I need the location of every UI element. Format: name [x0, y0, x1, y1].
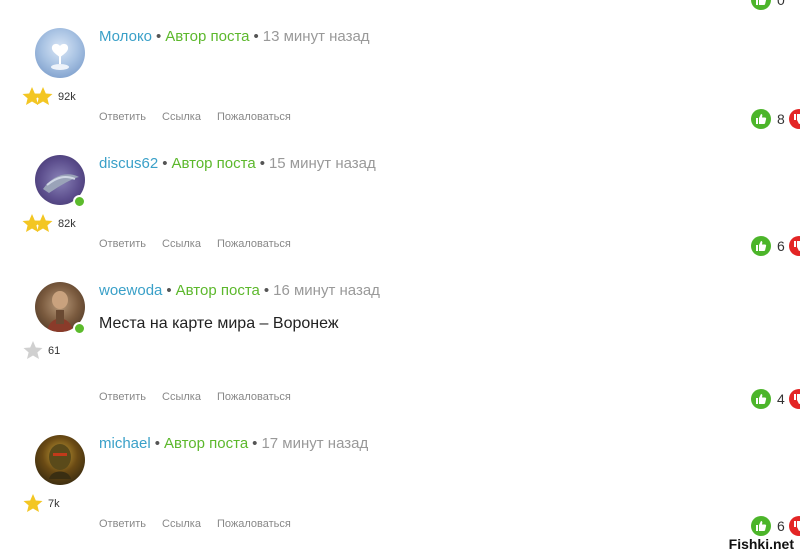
rank-count: 92k [58, 91, 76, 103]
vote-controls: 6 [751, 516, 800, 536]
timestamp[interactable]: 17 минут назад [261, 435, 368, 452]
report-link[interactable]: Пожаловаться [217, 518, 291, 530]
rank-count: 61 [48, 345, 61, 357]
op-badge: Автор поста [165, 28, 250, 45]
vote-controls: 8 [751, 109, 800, 129]
user-rank: 61 [22, 340, 60, 362]
comment-meta: woewoda • Автор поста • 16 минут назад [99, 282, 380, 299]
thumbs-up-icon[interactable] [751, 236, 771, 256]
comment-actions: Ответить Ссылка Пожаловаться [99, 391, 307, 403]
vote-count: 0 [777, 0, 785, 8]
avatar[interactable] [35, 435, 85, 485]
rank-count: 82k [58, 218, 76, 230]
user-rank: 82k [22, 213, 76, 235]
vote-count: 4 [777, 391, 785, 407]
thumbs-down-icon[interactable] [788, 109, 800, 129]
author-link[interactable]: discus62 [99, 155, 158, 172]
comment-meta: discus62 • Автор поста • 15 минут назад [99, 155, 376, 172]
online-indicator [73, 322, 86, 335]
report-link[interactable]: Пожаловаться [217, 238, 291, 250]
comment-actions: Ответить Ссылка Пожаловаться [99, 111, 307, 123]
thumbs-up-icon[interactable] [751, 389, 771, 409]
vote-count: 6 [777, 518, 785, 534]
star-icon [23, 494, 43, 512]
timestamp[interactable]: 16 минут назад [273, 282, 380, 299]
author-link[interactable]: michael [99, 435, 151, 452]
permalink-link[interactable]: Ссылка [162, 518, 201, 530]
timestamp[interactable]: 15 минут назад [269, 155, 376, 172]
thumbs-down-icon[interactable] [788, 236, 800, 256]
avatar[interactable] [35, 28, 85, 78]
permalink-link[interactable]: Ссылка [162, 111, 201, 123]
star-icon [23, 341, 43, 359]
op-badge: Автор поста [175, 282, 260, 299]
thumbs-up-icon[interactable] [751, 0, 771, 10]
permalink-link[interactable]: Ссылка [162, 391, 201, 403]
previous-comment-votes: 0 [751, 0, 789, 10]
reply-link[interactable]: Ответить [99, 111, 146, 123]
rank-count: 7k [48, 498, 60, 510]
report-link[interactable]: Пожаловаться [217, 391, 291, 403]
comment-meta: Молоко • Автор поста • 13 минут назад [99, 28, 370, 45]
star-icon [22, 214, 53, 232]
vote-count: 8 [777, 111, 785, 127]
comment-meta: michael • Автор поста • 17 минут назад [99, 435, 369, 452]
thumbs-up-icon[interactable] [751, 516, 771, 536]
star-icon [22, 87, 53, 105]
user-rank: 92k [22, 86, 76, 108]
comment-actions: Ответить Ссылка Пожаловаться [99, 518, 307, 530]
vote-controls: 6 [751, 236, 800, 256]
author-link[interactable]: woewoda [99, 282, 162, 299]
author-link[interactable]: Молоко [99, 28, 152, 45]
report-link[interactable]: Пожаловаться [217, 111, 291, 123]
user-rank: 7k [22, 493, 60, 515]
timestamp[interactable]: 13 минут назад [263, 28, 370, 45]
vote-count: 6 [777, 238, 785, 254]
op-badge: Автор поста [171, 155, 256, 172]
watermark: Fishki.net [726, 536, 796, 552]
online-indicator [73, 195, 86, 208]
vote-controls: 4 [751, 389, 800, 409]
comment-actions: Ответить Ссылка Пожаловаться [99, 238, 307, 250]
thumbs-down-icon[interactable] [788, 389, 800, 409]
thumbs-up-icon[interactable] [751, 109, 771, 129]
reply-link[interactable]: Ответить [99, 518, 146, 530]
thumbs-down-icon[interactable] [788, 516, 800, 536]
reply-link[interactable]: Ответить [99, 391, 146, 403]
reply-link[interactable]: Ответить [99, 238, 146, 250]
permalink-link[interactable]: Ссылка [162, 238, 201, 250]
comment-text: Места на карте мира – Воронеж [99, 315, 339, 332]
op-badge: Автор поста [163, 435, 249, 452]
